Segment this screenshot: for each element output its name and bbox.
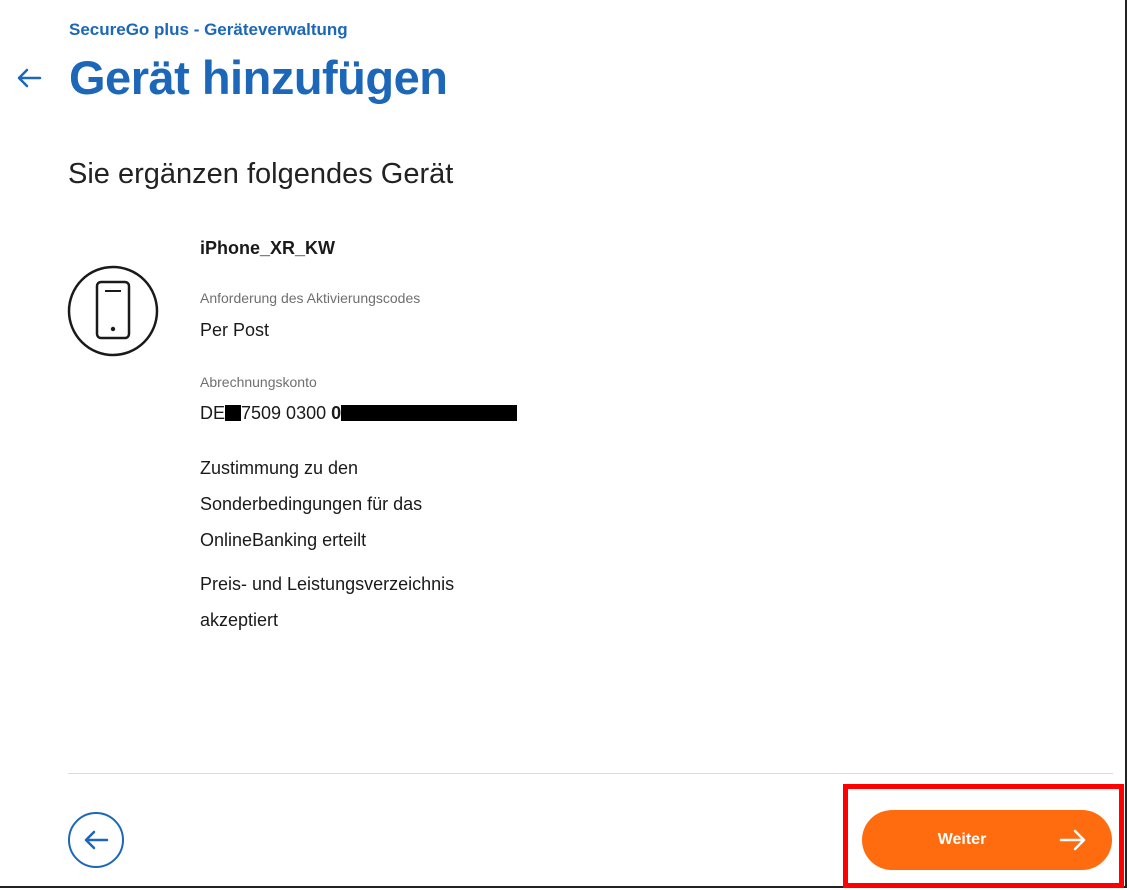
app-subtitle: SecureGo plus - Geräteverwaltung [69,20,348,39]
consent-prices-text: Preis- und Leistungsverzeichnis akzeptie… [200,566,454,638]
consent-terms-text: Zustimmung zu den Sonderbedingungen für … [200,450,422,558]
section-heading: Sie ergänzen folgendes Gerät [68,158,454,190]
billing-account-value: DE 7509 0300 0 [200,403,518,424]
back-button[interactable] [68,812,124,868]
iban-prefix: DE [200,403,226,423]
billing-account-label: Abrechnungskonto [200,374,317,390]
arrow-right-icon [1059,829,1086,851]
footer-divider [68,773,1113,774]
consent-prices-line: akzeptiert [200,610,279,630]
activation-code-value: Per Post [200,320,270,340]
consent-terms-line: OnlineBanking erteilt [200,530,367,550]
back-arrow-icon[interactable] [14,63,44,93]
device-name: iPhone_XR_KW [200,238,336,258]
arrow-left-icon [84,830,109,850]
consent-prices-line: Preis- und Leistungsverzeichnis [200,574,455,594]
redaction-bar [225,405,242,421]
smartphone-icon [67,265,159,357]
next-button[interactable]: Weiter [862,810,1112,870]
iban-suffix: 0 [331,403,342,423]
next-button-label: Weiter [937,831,987,848]
consent-terms-line: Zustimmung zu den [200,458,359,478]
iban-middle: 7509 0300 [241,403,327,423]
activation-code-label: Anforderung des Aktivierungscodes [200,290,421,306]
consent-terms-line: Sonderbedingungen für das [200,494,423,514]
redaction-bar [341,405,518,421]
window-frame [0,0,1127,888]
page-title: Gerät hinzufügen [69,51,448,104]
